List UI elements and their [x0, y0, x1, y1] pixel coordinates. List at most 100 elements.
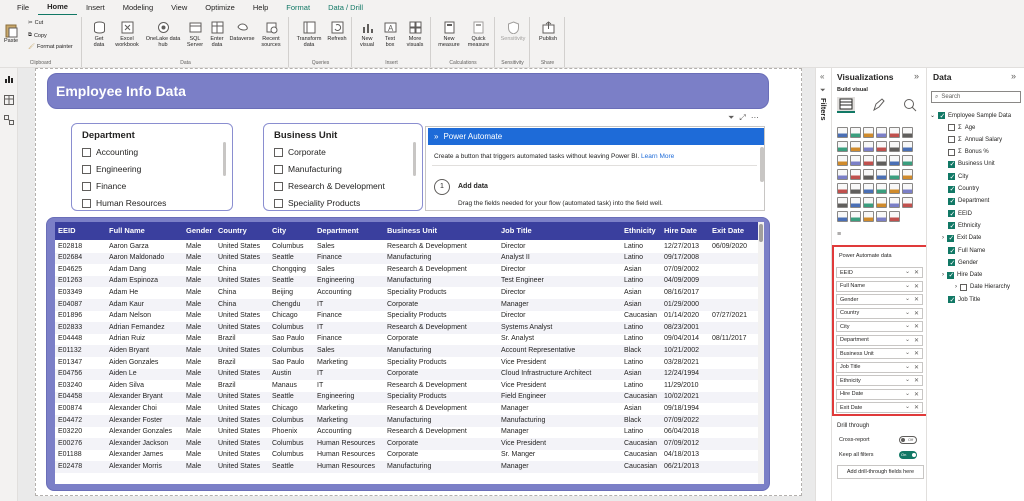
slicer-item-accounting[interactable]: Accounting — [82, 147, 138, 157]
menu-modeling[interactable]: Modeling — [114, 0, 162, 15]
build-visual-tab[interactable] — [837, 97, 855, 113]
visual-type-icon[interactable] — [863, 183, 874, 194]
visual-type-icon[interactable] — [863, 155, 874, 166]
table-row[interactable]: E03220 Alexander Gonzales Male United State… — [55, 427, 758, 439]
chevron-down-icon[interactable]: ⌄ — [905, 268, 910, 275]
department-slicer[interactable]: Department Accounting Engineering Financ… — [71, 123, 233, 211]
data-field-city[interactable]: City — [948, 173, 968, 181]
cross-report-toggle[interactable]: Off — [899, 436, 917, 444]
field-well-exit-date[interactable]: Exit Date ⌄ ✕ — [836, 402, 923, 413]
table-row[interactable]: E01347 Aiden Gonzales Male Brazil Sao Paulo M… — [55, 357, 758, 369]
checkbox[interactable] — [948, 222, 955, 230]
menu-home[interactable]: Home — [38, 0, 77, 16]
checkbox[interactable] — [82, 147, 91, 157]
visual-type-icon[interactable] — [902, 141, 913, 152]
remove-icon[interactable]: ✕ — [914, 350, 919, 357]
learn-more-link[interactable]: Learn More — [641, 153, 674, 160]
remove-icon[interactable]: ✕ — [914, 364, 919, 371]
column-header[interactable]: EEID — [58, 226, 76, 235]
visual-type-icon[interactable] — [902, 169, 913, 180]
remove-icon[interactable]: ✕ — [914, 269, 919, 276]
field-well-ethnicity[interactable]: Ethnicity ⌄ ✕ — [836, 375, 923, 386]
remove-icon[interactable]: ✕ — [914, 404, 919, 411]
filter-icon[interactable]: ⏷ — [728, 113, 734, 123]
checkbox[interactable] — [274, 181, 283, 191]
checkbox[interactable] — [948, 296, 955, 304]
visual-type-icon[interactable] — [876, 211, 887, 222]
visual-type-icon[interactable] — [889, 127, 900, 138]
refresh-button[interactable]: Refresh — [326, 21, 348, 42]
checkbox[interactable] — [948, 173, 955, 181]
checkbox[interactable] — [948, 136, 955, 144]
filters-collapsed-pane[interactable]: « ⏷ Filters — [815, 68, 831, 501]
visual-scrollbar[interactable] — [760, 147, 764, 182]
checkbox[interactable] — [948, 210, 955, 218]
add-drill-through-field-well[interactable]: Add drill-through fields here — [837, 465, 924, 479]
visual-type-icon[interactable] — [837, 141, 848, 152]
visual-type-icon[interactable] — [863, 197, 874, 208]
more-visuals-icon[interactable]: ≡ — [837, 231, 841, 238]
data-field-department[interactable]: Department — [948, 197, 989, 205]
column-header[interactable]: Ethnicity — [624, 226, 656, 235]
table-row[interactable]: E01188 Alexander James Male United States Co… — [55, 450, 758, 462]
remove-icon[interactable]: ✕ — [914, 296, 919, 303]
visual-type-icon[interactable] — [850, 141, 861, 152]
table-row[interactable]: E02818 Aaron Garza Male United States Columb… — [55, 241, 758, 253]
business-unit-slicer[interactable]: Business Unit Corporate Manufacturing Re… — [263, 123, 423, 211]
field-well-full-name[interactable]: Full Name ⌄ ✕ — [836, 280, 923, 292]
checkbox[interactable] — [948, 197, 955, 205]
visual-type-icon[interactable] — [837, 155, 848, 166]
checkbox[interactable] — [948, 259, 955, 267]
data-field-age[interactable]: Σ Age — [948, 124, 975, 131]
enter-data-button[interactable]: Enter data — [207, 21, 227, 48]
checkbox[interactable] — [274, 147, 283, 157]
menu-format[interactable]: Format — [277, 0, 319, 15]
visual-type-icon[interactable] — [863, 127, 874, 138]
checkbox[interactable] — [82, 198, 91, 208]
checkbox[interactable] — [948, 148, 955, 156]
field-well-country[interactable]: Country ⌄ ✕ — [836, 307, 923, 319]
visual-type-icon[interactable] — [837, 183, 848, 194]
field-well-job-title[interactable]: Job Title ⌄ ✕ — [836, 361, 923, 373]
visual-type-icon[interactable] — [837, 197, 848, 208]
data-field-bonus-[interactable]: Σ Bonus % — [948, 148, 989, 156]
column-header[interactable]: Exit Date — [712, 226, 744, 235]
visual-type-icon[interactable] — [837, 127, 848, 138]
remove-icon[interactable]: ✕ — [914, 391, 919, 398]
column-header[interactable]: Business Unit — [387, 226, 437, 235]
visual-type-icon[interactable] — [889, 141, 900, 152]
visual-type-icon[interactable] — [889, 169, 900, 180]
collapse-chevron-icon[interactable]: » — [1011, 71, 1016, 81]
table-row[interactable]: E02684 Aaron Maldonado Male United States Se… — [55, 252, 758, 265]
checkbox[interactable] — [948, 185, 955, 193]
onelake-data-hub-button[interactable]: OneLake data hub — [143, 21, 183, 48]
data-field-exit-date[interactable]: › Exit Date — [942, 234, 981, 242]
chevron-down-icon[interactable]: ⌄ — [905, 376, 910, 383]
keep-filters-toggle[interactable]: On — [899, 451, 917, 459]
slicer-scrollbar[interactable] — [223, 142, 226, 176]
data-field-hire-date[interactable]: › Hire Date — [942, 271, 982, 279]
column-header[interactable]: Full Name — [109, 226, 145, 235]
menu-insert[interactable]: Insert — [77, 0, 114, 15]
checkbox[interactable] — [960, 283, 967, 291]
chevron-right-icon[interactable]: › — [955, 284, 957, 290]
checkbox[interactable] — [948, 247, 955, 255]
visual-type-icon[interactable] — [876, 183, 887, 194]
table-row[interactable]: E01263 Adam Espinoza Male United States Seat… — [55, 275, 758, 288]
checkbox[interactable] — [82, 181, 91, 191]
dataverse-button[interactable]: Dataverse — [229, 21, 255, 42]
data-field-ethnicity[interactable]: Ethnicity — [948, 222, 981, 230]
chevron-down-icon[interactable]: ⌄ — [905, 403, 910, 410]
visual-type-icon[interactable] — [850, 127, 861, 138]
data-field-eeid[interactable]: EEID — [948, 210, 972, 218]
visual-type-icon[interactable] — [837, 211, 848, 222]
power-automate-visual[interactable]: » Power Automate Create a button that tr… — [425, 126, 765, 211]
chevron-down-icon[interactable]: ⌄ — [905, 363, 910, 370]
focus-mode-icon[interactable]: ⤢ — [739, 113, 745, 123]
slicer-item-manufacturing[interactable]: Manufacturing — [274, 164, 342, 174]
chevron-right-icon[interactable]: › — [942, 272, 944, 278]
more-options-icon[interactable]: ⋯ — [751, 113, 759, 123]
visual-type-icon[interactable] — [850, 169, 861, 180]
remove-icon[interactable]: ✕ — [914, 323, 919, 330]
text-box-button[interactable]: A Text box — [380, 21, 400, 48]
